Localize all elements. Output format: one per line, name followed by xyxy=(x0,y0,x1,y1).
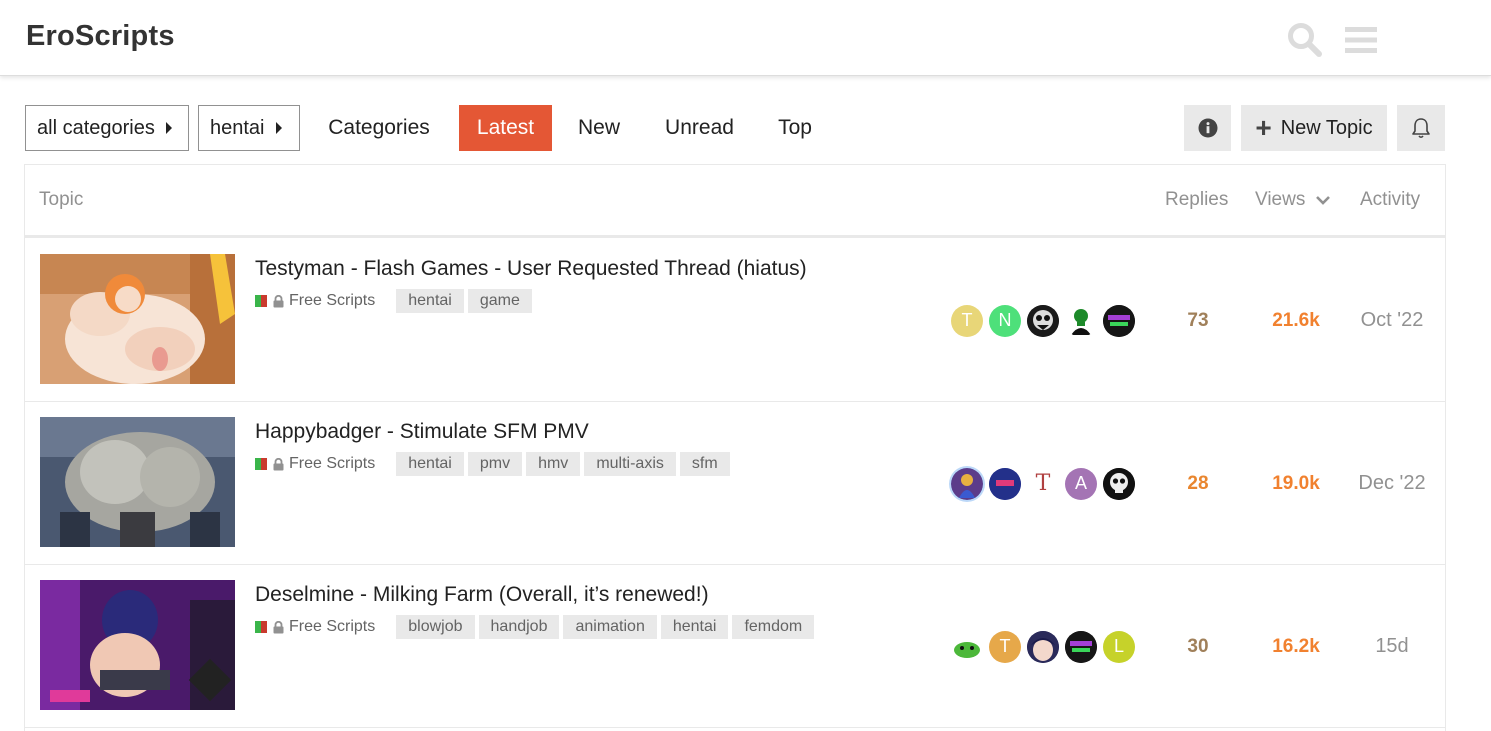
caret-right-icon xyxy=(165,122,172,134)
avatar[interactable] xyxy=(1065,630,1097,663)
avatar[interactable]: L xyxy=(1103,630,1135,663)
avatar[interactable]: T xyxy=(989,630,1021,663)
topic-posters: T A xyxy=(951,402,1141,565)
nav-categories[interactable]: Categories xyxy=(312,105,446,151)
avatar[interactable] xyxy=(951,630,983,663)
topic-meta: Free Scripts blowjob handjob animation h… xyxy=(255,615,818,639)
avatar[interactable]: N xyxy=(989,304,1021,337)
tag[interactable]: game xyxy=(467,289,532,313)
avatar[interactable] xyxy=(1103,467,1135,500)
new-topic-button[interactable]: + New Topic xyxy=(1241,105,1387,151)
notification-bell-button[interactable] xyxy=(1397,105,1445,151)
tag[interactable]: handjob xyxy=(478,615,560,639)
avatar[interactable]: T xyxy=(951,304,983,337)
topic-thumbnail[interactable] xyxy=(40,254,235,384)
tag-dropdown-label: hentai xyxy=(210,116,265,139)
reply-count[interactable]: 28 xyxy=(1155,402,1241,565)
nav-unread[interactable]: Unread xyxy=(653,105,746,151)
avatar[interactable] xyxy=(1103,304,1135,337)
category-color-icon xyxy=(255,458,267,470)
column-replies[interactable]: Replies xyxy=(1165,189,1228,211)
lock-icon xyxy=(273,457,284,470)
topic-title[interactable]: Deselmine - Milking Farm (Overall, it’s … xyxy=(255,583,709,607)
column-topic: Topic xyxy=(39,189,84,210)
topic-meta: Free Scripts hentai pmv hmv multi-axis s… xyxy=(255,452,734,476)
category-badge[interactable]: Free Scripts xyxy=(255,618,375,636)
avatar[interactable] xyxy=(1065,304,1097,337)
topic-thumbnail[interactable] xyxy=(40,417,235,547)
activity-date[interactable]: 15d xyxy=(1347,565,1437,728)
column-views[interactable]: Views xyxy=(1255,189,1331,211)
tag[interactable]: femdom xyxy=(732,615,815,639)
search-icon[interactable] xyxy=(1285,20,1325,60)
column-views-label: Views xyxy=(1255,189,1306,210)
topic-list-header: Topic Replies Views Activity xyxy=(25,165,1445,238)
view-count: 16.2k xyxy=(1272,635,1320,657)
topic-meta: Free Scripts hentai game xyxy=(255,289,536,313)
avatar[interactable]: A xyxy=(1065,467,1097,500)
info-icon xyxy=(1198,118,1217,138)
avatar[interactable]: T xyxy=(1027,467,1059,500)
nav-top[interactable]: Top xyxy=(769,105,821,151)
category-badge[interactable]: Free Scripts xyxy=(255,292,375,310)
bell-icon xyxy=(1412,118,1430,139)
site-title[interactable]: EroScripts xyxy=(26,20,175,53)
tag[interactable]: sfm xyxy=(679,452,730,476)
nav-new[interactable]: New xyxy=(565,105,633,151)
category-color-icon xyxy=(255,621,267,633)
tag[interactable]: multi-axis xyxy=(584,452,676,476)
tag[interactable]: pmv xyxy=(467,452,523,476)
tag[interactable]: hentai xyxy=(396,289,464,313)
tag[interactable]: blowjob xyxy=(396,615,475,639)
view-count: 21.6k xyxy=(1272,309,1320,331)
new-topic-label: New Topic xyxy=(1280,116,1373,139)
reply-count[interactable]: 30 xyxy=(1155,565,1241,728)
avatar[interactable] xyxy=(1027,304,1059,337)
topic-thumbnail[interactable] xyxy=(40,580,235,710)
category-name: Free Scripts xyxy=(289,292,376,309)
category-name: Free Scripts xyxy=(289,455,376,472)
activity-date[interactable]: Dec '22 xyxy=(1347,402,1437,565)
topic-list: Topic Replies Views Activity Testyman - … xyxy=(24,164,1446,731)
category-badge[interactable]: Free Scripts xyxy=(255,455,375,473)
category-color-icon xyxy=(255,295,267,307)
topic-row: Happybadger - Stimulate SFM PMV Free Scr… xyxy=(25,402,1445,565)
chevron-down-icon xyxy=(1316,196,1331,205)
tag-dropdown[interactable]: hentai xyxy=(198,105,300,151)
category-dropdown[interactable]: all categories xyxy=(25,105,189,151)
category-name: Free Scripts xyxy=(289,618,376,635)
avatar[interactable] xyxy=(951,467,983,500)
topic-posters: T N xyxy=(951,239,1141,402)
activity-date[interactable]: Oct '22 xyxy=(1347,239,1437,402)
tag[interactable]: hmv xyxy=(526,452,581,476)
info-button[interactable] xyxy=(1184,105,1231,151)
avatar[interactable] xyxy=(989,467,1021,500)
topic-row: Deselmine - Milking Farm (Overall, it’s … xyxy=(25,565,1445,728)
lock-icon xyxy=(273,294,284,307)
caret-right-icon xyxy=(275,122,282,134)
topic-title[interactable]: Happybadger - Stimulate SFM PMV xyxy=(255,420,589,444)
topic-title[interactable]: Testyman - Flash Games - User Requested … xyxy=(255,257,807,281)
avatar[interactable] xyxy=(1027,630,1059,663)
tag[interactable]: hentai xyxy=(660,615,729,639)
lock-icon xyxy=(273,620,284,633)
tag[interactable]: animation xyxy=(563,615,657,639)
view-count: 19.0k xyxy=(1272,472,1320,494)
site-header: EroScripts xyxy=(0,0,1491,76)
reply-count[interactable]: 73 xyxy=(1155,239,1241,402)
plus-icon: + xyxy=(1255,112,1272,143)
hamburger-menu-icon[interactable] xyxy=(1341,20,1381,60)
topic-posters: T L xyxy=(951,565,1141,728)
category-dropdown-label: all categories xyxy=(37,116,155,139)
nav-latest[interactable]: Latest xyxy=(459,105,552,151)
topic-row: Testyman - Flash Games - User Requested … xyxy=(25,239,1445,402)
tag[interactable]: hentai xyxy=(396,452,464,476)
column-activity[interactable]: Activity xyxy=(1360,189,1420,211)
